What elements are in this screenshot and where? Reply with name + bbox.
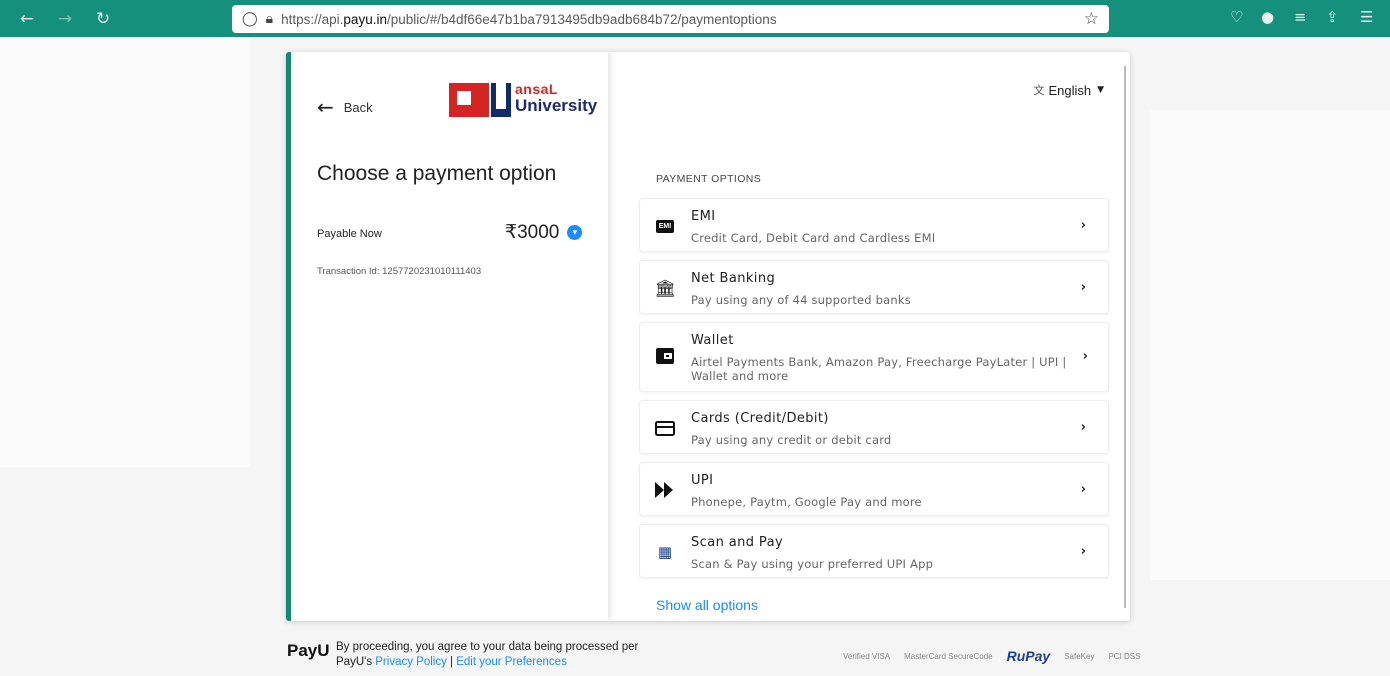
option-title: Wallet [691, 333, 734, 348]
chevron-right-icon: › [1080, 280, 1086, 295]
browser-toolbar: ← → ↻ ◯ 🔒︎ https://api.payu.in/public/#/… [0, 0, 1390, 37]
payment-option-wallet[interactable]: Wallet Airtel Payments Bank, Amazon Pay,… [639, 322, 1109, 392]
reload-icon[interactable]: ↻ [90, 6, 116, 32]
verified-visa-badge: Verified VISA [843, 651, 891, 661]
forward-arrow-icon[interactable]: → [52, 6, 78, 32]
pocket-icon[interactable]: ♡ [1230, 8, 1243, 26]
extension-avatar-icon[interactable]: ● [1261, 8, 1274, 26]
back-arrow-icon[interactable]: ← [14, 6, 40, 32]
card-icon [654, 417, 676, 439]
reader-icon[interactable]: ≡ [1294, 8, 1307, 26]
option-subtitle: Pay using any credit or debit card [691, 433, 892, 447]
consent-text: By proceeding, you agree to your data be… [336, 640, 638, 670]
back-arrow-icon: ← [317, 95, 334, 119]
payment-option-emi[interactable]: EMI EMI Credit Card, Debit Card and Card… [639, 198, 1109, 252]
address-bar[interactable]: ◯ 🔒︎ https://api.payu.in/public/#/b4df66… [232, 5, 1109, 33]
translate-icon: 文 [1033, 84, 1045, 97]
page-title: Choose a payment option [317, 162, 557, 185]
upi-icon [654, 479, 676, 501]
link-separator: | [446, 656, 457, 668]
logo-line1: ansaL [515, 81, 558, 97]
merchant-logo: ansaL University [449, 81, 597, 120]
payment-options-heading: PAYMENT OPTIONS [656, 173, 762, 185]
option-title: UPI [691, 473, 714, 488]
lock-icon: 🔒︎ [265, 11, 274, 27]
show-all-options-link[interactable]: Show all options [656, 597, 758, 613]
bank-icon: 🏛︎ [654, 279, 676, 299]
chevron-right-icon: › [1080, 482, 1086, 497]
consent-line2-prefix: PayU's [336, 656, 376, 668]
transaction-id: Transaction Id: 1257720231010111403 [317, 266, 482, 277]
payment-card: ← Back ansaL University Choose a payment… [286, 52, 1130, 621]
option-subtitle: Airtel Payments Bank, Amazon Pay, Freech… [691, 355, 1067, 383]
edit-preferences-link[interactable]: Edit your Preferences [456, 656, 567, 668]
payment-option-scan-and-pay[interactable]: ▦ Scan and Pay Scan & Pay using your pre… [639, 524, 1109, 578]
option-subtitle: Scan & Pay using your preferred UPI App [691, 557, 934, 571]
shield-icon: ◯ [242, 11, 258, 27]
logo-line2: University [515, 96, 598, 115]
qr-scan-icon: ▦ [657, 543, 673, 561]
chevron-right-icon: › [1082, 349, 1088, 364]
background-shape [1150, 110, 1390, 580]
option-subtitle: Pay using any of 44 supported banks [691, 293, 911, 307]
amount-value: ₹3000 [505, 222, 560, 243]
option-subtitle: Phonepe, Paytm, Google Pay and more [691, 495, 922, 509]
option-title: Scan and Pay [691, 535, 784, 550]
emi-icon: EMI [654, 215, 676, 237]
payment-option-upi[interactable]: UPI Phonepe, Paytm, Google Pay and more … [639, 462, 1109, 516]
consent-line1: By proceeding, you agree to your data be… [336, 641, 639, 653]
chevron-right-icon: › [1080, 218, 1086, 233]
payable-amount[interactable]: ₹3000 ▾ [505, 221, 583, 244]
url-text: https://api.payu.in/public/#/b4df66e47b1… [281, 11, 777, 27]
security-badges: Verified VISA MasterCard SecureCode RuPa… [843, 648, 1140, 664]
language-selector[interactable]: 文 English ▼ [1033, 82, 1104, 98]
language-label: English [1048, 82, 1092, 98]
caret-down-icon: ▼ [1097, 85, 1104, 95]
back-button[interactable]: ← Back [317, 95, 373, 119]
chevron-right-icon: › [1080, 544, 1086, 559]
safekey-badge: SafeKey [1064, 651, 1095, 661]
rupay-badge: RuPay [1006, 648, 1051, 664]
privacy-policy-link[interactable]: Privacy Policy [375, 656, 447, 668]
mastercard-securecode-badge: MasterCard SecureCode [904, 651, 993, 661]
payment-option-cards[interactable]: Cards (Credit/Debit) Pay using any credi… [639, 400, 1109, 454]
back-label: Back [343, 99, 373, 115]
option-title: Net Banking [691, 271, 776, 286]
option-title: Cards (Credit/Debit) [691, 411, 829, 426]
order-summary-pane: ← Back ansaL University Choose a payment… [286, 52, 608, 621]
chevron-right-icon: › [1080, 420, 1086, 435]
pci-dss-badge: PCI DSS [1108, 651, 1141, 661]
menu-icon[interactable]: ☰ [1360, 8, 1373, 26]
scrollbar[interactable] [1124, 66, 1126, 608]
background-shape [0, 37, 250, 467]
payu-logo: PayU [287, 641, 330, 660]
chevron-down-icon[interactable]: ▾ [567, 225, 583, 240]
payable-label: Payable Now [317, 228, 382, 240]
bookmark-star-icon[interactable]: ☆ [1084, 9, 1099, 29]
payment-option-netbanking[interactable]: 🏛︎ Net Banking Pay using any of 44 suppo… [639, 260, 1109, 314]
option-subtitle: Credit Card, Debit Card and Cardless EMI [691, 231, 936, 245]
wallet-icon [654, 345, 676, 367]
option-title: EMI [691, 209, 716, 224]
share-icon[interactable]: ⇪ [1326, 8, 1339, 26]
